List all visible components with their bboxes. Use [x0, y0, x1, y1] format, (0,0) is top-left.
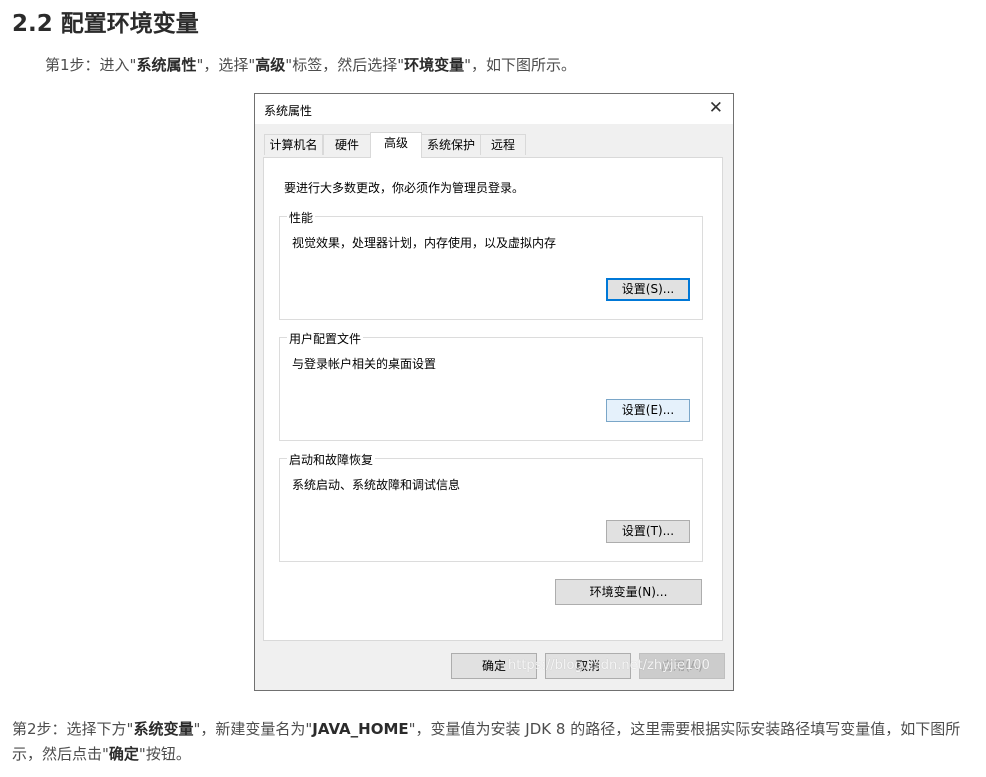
- step1-text: "标签，然后选择": [285, 56, 405, 74]
- performance-settings-button[interactable]: 设置(S)...: [606, 278, 690, 301]
- startup-recovery-settings-button[interactable]: 设置(T)...: [606, 520, 690, 543]
- performance-group: 性能 视觉效果，处理器计划，内存使用，以及虚拟内存 设置(S)...: [279, 209, 703, 320]
- dialog-title: 系统属性: [264, 104, 313, 118]
- tab-system-protection[interactable]: 系统保护: [421, 134, 481, 155]
- tab-remote[interactable]: 远程: [480, 134, 526, 155]
- user-profile-group: 用户配置文件 与登录帐户相关的桌面设置 设置(E)...: [279, 330, 703, 441]
- startup-recovery-description: 系统启动、系统故障和调试信息: [292, 478, 461, 492]
- step1-bold-env-vars: 环境变量: [404, 56, 465, 74]
- startup-recovery-legend: 启动和故障恢复: [287, 451, 376, 468]
- tab-hardware[interactable]: 硬件: [323, 134, 371, 155]
- step2-text: "，新建变量名为": [193, 720, 313, 738]
- startup-recovery-group: 启动和故障恢复 系统启动、系统故障和调试信息 设置(T)...: [279, 451, 703, 562]
- dialog-titlebar: 系统属性 ✕: [255, 94, 733, 124]
- step1-bold-system-properties: 系统属性: [136, 56, 197, 74]
- performance-legend: 性能: [287, 209, 316, 226]
- step2-bold-java-home: JAVA_HOME: [312, 720, 409, 738]
- admin-note: 要进行大多数更改，你必须作为管理员登录。: [284, 181, 525, 195]
- step1-text: 第1步：进入": [45, 56, 137, 74]
- step1-bold-advanced: 高级: [255, 56, 286, 74]
- close-icon[interactable]: ✕: [709, 98, 723, 118]
- user-profile-description: 与登录帐户相关的桌面设置: [292, 357, 437, 371]
- step1-paragraph: 第1步：进入"系统属性"，选择"高级"标签，然后选择"环境变量"，如下图所示。: [45, 54, 576, 75]
- system-properties-dialog: 系统属性 ✕ 计算机名 硬件 高级 系统保护 远程 要进行大多数更改，你必须作为…: [254, 93, 734, 691]
- user-profile-settings-button[interactable]: 设置(E)...: [606, 399, 690, 422]
- tab-computer-name[interactable]: 计算机名: [264, 134, 323, 155]
- step1-text: "，选择": [196, 56, 256, 74]
- tab-advanced[interactable]: 高级: [370, 132, 422, 158]
- step2-text: "按钮。: [138, 745, 191, 763]
- step2-bold-ok: 确定: [108, 745, 139, 763]
- environment-variables-button[interactable]: 环境变量(N)...: [555, 579, 702, 605]
- user-profile-legend: 用户配置文件: [287, 330, 364, 347]
- performance-description: 视觉效果，处理器计划，内存使用，以及虚拟内存: [292, 236, 557, 250]
- section-heading: 2.2 配置环境变量: [12, 11, 199, 37]
- step2-paragraph: 第2步：选择下方"系统变量"，新建变量名为"JAVA_HOME"，变量值为安装 …: [12, 717, 977, 767]
- watermark-url: https://blog.csdn.net/zhyjie100: [508, 658, 710, 673]
- step2-bold-system-variables: 系统变量: [133, 720, 194, 738]
- step1-text: "，如下图所示。: [464, 56, 577, 74]
- advanced-tab-panel: 要进行大多数更改，你必须作为管理员登录。 性能 视觉效果，处理器计划，内存使用，…: [263, 157, 723, 641]
- step2-text: 第2步：选择下方": [12, 720, 134, 738]
